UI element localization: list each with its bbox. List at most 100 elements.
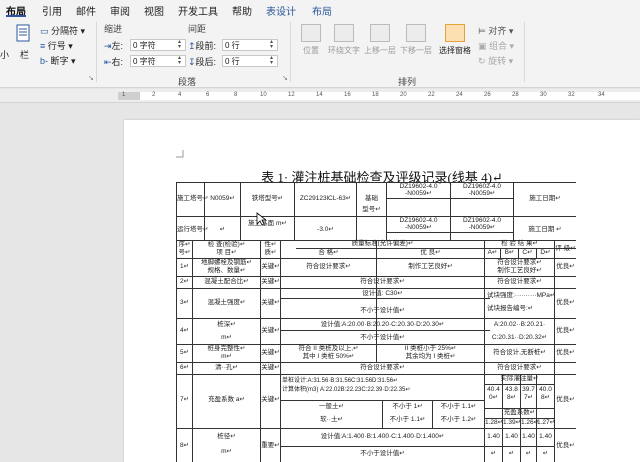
tab-table-layout[interactable]: 布局 [312, 3, 332, 18]
item-name[interactable]: m↵ [193, 448, 260, 456]
tab-table-design[interactable]: 表设计 [266, 3, 296, 18]
standard-cell[interactable]: 设计值:A:1.400·B:1.400·C:1.400·D:1.400↵ [281, 433, 484, 441]
standard-cell[interactable]: 其中 I 类桩 50%↵ [281, 353, 376, 361]
grade-cell[interactable]: 优良↵ [555, 263, 576, 271]
paragraph-launcher-icon[interactable]: ↘ [282, 74, 288, 82]
group-button[interactable]: ▣ 组合 ▾ [478, 39, 514, 52]
result-cell[interactable]: A:20.02··B:20.21· [485, 321, 554, 329]
columns-button-label[interactable]: 栏 [20, 48, 29, 61]
standard-cell[interactable]: II 类桩小于 25%↵ [377, 345, 484, 353]
fill-coef-label[interactable]: 充盈系数↵ [485, 409, 554, 417]
soil-ok[interactable]: 不小于 1↵ [383, 403, 432, 411]
fill-volume[interactable]: 40.0 [537, 386, 554, 394]
standard-cell[interactable]: 符合设计要求↵ [281, 278, 484, 286]
soil-type[interactable]: 一般土↵ [281, 403, 382, 411]
result-cell[interactable]: 1.40 [503, 433, 520, 441]
result-cell[interactable]: 试块强度:··········MPa↵ [485, 292, 555, 300]
tab-mailings[interactable]: 邮件 [76, 3, 96, 18]
grade-cell[interactable]: 优良↵ [555, 327, 576, 335]
result-cell[interactable]: C:20.31··D:20.32↵ [485, 334, 554, 342]
nature-cell[interactable]: 关键↵ [261, 263, 280, 271]
cell-value[interactable]: -N0059↵ [451, 224, 513, 232]
standard-cell[interactable]: 计算体积(m3) A:22.02B:22.23C:22.39·D:22.35↵ [281, 386, 484, 394]
result-cell[interactable]: ↵ [503, 450, 520, 458]
columns-icon[interactable] [16, 24, 30, 44]
fill-volume[interactable]: 8↵ [503, 394, 520, 402]
standard-cell[interactable]: 不小于设计值↵ [281, 334, 484, 342]
item-name[interactable]: 桩径↵ [193, 433, 260, 441]
soil-type[interactable]: 软··土↵ [281, 416, 382, 424]
grade-cell[interactable]: 优良↵ [555, 299, 576, 307]
result-cell[interactable]: 1.40 [537, 433, 554, 441]
page-setup-launcher-icon[interactable]: ↘ [88, 74, 94, 82]
standard-cell[interactable]: 符合 II 类桩及以上,↵ [281, 345, 376, 353]
indent-right-input[interactable]: 0 字符 [130, 55, 186, 67]
result-cell[interactable]: ↵ [537, 450, 554, 458]
soil-ok[interactable]: 不小于 1.1↵ [383, 416, 432, 424]
item-name[interactable]: m↵ [193, 353, 260, 361]
soil-good[interactable]: 不小于 1.2↵ [433, 416, 484, 424]
result-cell[interactable]: 符合设计,无断桩↵ [485, 349, 554, 357]
standard-cell[interactable]: 单桩设计:A:31.56·B:31.56C:31.56D:31.56↵ [281, 377, 484, 385]
fill-volume[interactable]: 40.4 [485, 386, 502, 394]
spacing-before-input[interactable]: 0 行 [222, 39, 278, 51]
size-button-label[interactable]: 小 [0, 48, 9, 61]
nature-cell[interactable]: 关键↵ [261, 364, 280, 372]
document-page[interactable]: 表 1· 灌注桩基础检查及评级记录(线基 4)↵ 施工塔号↵ N0059↵ 铁塔… [124, 120, 640, 462]
cell-label[interactable]: 施工日期↵ [514, 195, 576, 203]
nature-cell[interactable]: 关键↵ [261, 278, 280, 286]
result-cell[interactable]: 符合设计要求↵ [485, 259, 554, 267]
tab-developer[interactable]: 开发工具 [178, 3, 218, 18]
standard-cell[interactable]: 制作工艺良好↵ [377, 263, 484, 271]
fill-coef[interactable]: 1.39↵ [503, 419, 521, 427]
standard-cell[interactable]: 不小于设计值↵ [281, 307, 484, 315]
bring-forward-button[interactable]: 上移一层 [362, 24, 398, 56]
fill-volume[interactable]: 43.8 [503, 386, 520, 394]
align-button[interactable]: ⊨ 对齐 ▾ [478, 24, 513, 37]
standard-cell[interactable]: 设计值:A:20.00·B:20.20·C:20.30·D:20.30↵ [281, 321, 484, 329]
line-numbers-button[interactable]: ≡ 行号 ▾ [40, 39, 73, 52]
selection-pane-button[interactable]: 选择窗格 [436, 24, 474, 56]
item-name[interactable]: 清··孔↵ [193, 364, 260, 372]
result-cell[interactable]: 试块报告编号:↵ [485, 305, 554, 313]
nature-cell[interactable]: 关键↵ [261, 349, 280, 357]
item-name[interactable]: 地脚螺栓及钢筋↵ [193, 259, 260, 267]
item-name[interactable]: 混凝土强度↵ [193, 299, 260, 307]
nature-cell[interactable]: 关键↵ [261, 396, 280, 404]
cell-label[interactable]: 施工基面 m↵ [241, 220, 294, 228]
cell-label[interactable]: 型号↵ [357, 206, 386, 214]
tab-help[interactable]: 帮助 [232, 3, 252, 18]
cell-label[interactable]: 运行塔号↵ [177, 226, 208, 234]
standard-cell[interactable]: 符合设计要求↵ [281, 364, 484, 372]
item-name[interactable]: 规格、数量↵ [193, 267, 260, 275]
cell-value[interactable]: ZC29123lCL-63↵ [295, 195, 356, 203]
grade-cell[interactable]: 优良↵ [555, 442, 576, 450]
result-cell[interactable]: 1.40 [485, 433, 502, 441]
cell-value[interactable]: -N0059↵ [387, 224, 450, 232]
item-name[interactable]: 桩深↵ [193, 321, 260, 329]
fill-volume[interactable]: 7↵ [521, 394, 536, 402]
cell-label[interactable]: 铁塔型号↵ [241, 195, 294, 203]
fill-coef[interactable]: 1.27↵ [537, 419, 555, 427]
tab-view[interactable]: 视图 [144, 3, 164, 18]
standard-cell[interactable]: 设计值: C30↵ [281, 290, 484, 298]
breaks-button[interactable]: ▭ 分隔符 ▾ [40, 24, 85, 37]
tab-layout[interactable]: 布局 [6, 3, 26, 18]
item-name[interactable]: 充盈系数 a↵ [193, 396, 260, 404]
cell-value[interactable]: -N0059↵ [387, 190, 450, 198]
grade-cell[interactable]: 优良↵ [555, 349, 576, 357]
inspection-table[interactable]: 施工塔号↵ N0059↵ 铁塔型号↵ ZC29123lCL-63↵ 基础 DZ1… [176, 182, 576, 462]
item-name[interactable]: 混凝土配合比↵ [193, 278, 260, 286]
grade-cell[interactable]: 优良↵ [555, 396, 576, 404]
item-name[interactable]: m↵ [193, 334, 260, 342]
send-backward-button[interactable]: 下移一层 [398, 24, 434, 56]
fill-volume[interactable]: 8↵ [537, 394, 554, 402]
fill-volume[interactable]: 0↵ [485, 394, 502, 402]
fill-coef[interactable]: 1.26↵ [521, 419, 539, 427]
tab-references[interactable]: 引用 [42, 3, 62, 18]
cell-value[interactable]: ↵ [205, 226, 240, 234]
soil-good[interactable]: 不小于 1.1↵ [433, 403, 484, 411]
nature-cell[interactable]: 关键↵ [261, 299, 280, 307]
position-button[interactable]: 位置 [296, 24, 326, 56]
fill-coef[interactable]: 1.28↵ [485, 419, 503, 427]
